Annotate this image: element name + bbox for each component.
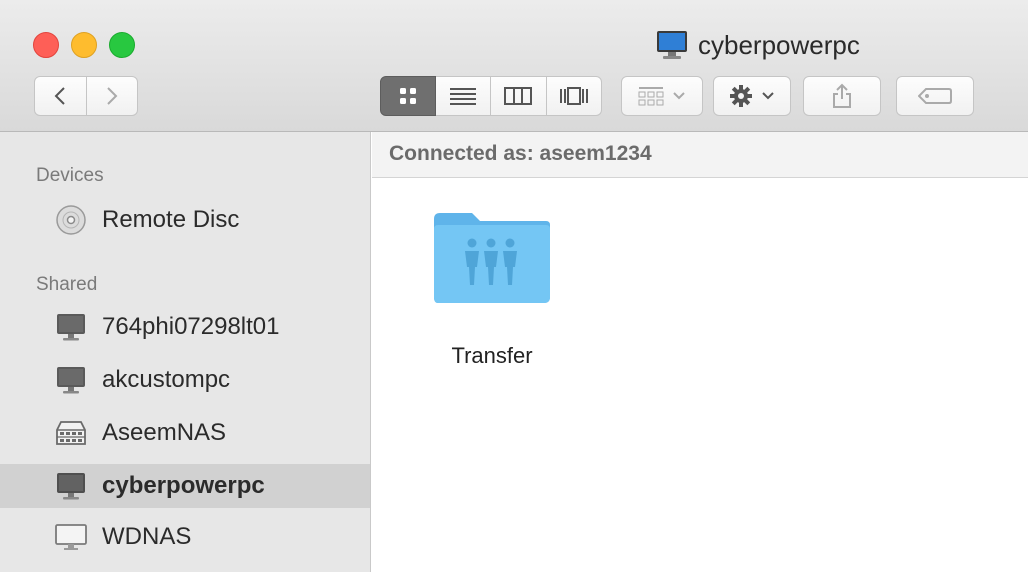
icon-view-button[interactable] [380,76,436,116]
action-button[interactable] [713,76,791,116]
forward-button[interactable] [86,76,138,116]
close-button[interactable] [33,32,59,58]
chevron-down-icon [673,92,685,100]
sidebar-item-label: 764phi07298lt01 [102,313,280,340]
gear-icon [730,85,752,107]
sidebar-item-remote-disc[interactable]: Remote Disc [0,198,370,242]
content-area: Transfer [372,179,1028,572]
sidebar-item-label: cyberpowerpc [102,472,265,499]
sidebar-item-764phi07298lt01[interactable]: 764phi07298lt01 [0,305,370,349]
display-icon [54,520,88,554]
sidebar-item-label: akcustompc [102,366,231,393]
computer-icon [54,310,88,344]
window-title-text: cyberpowerpc [698,29,860,60]
column-view-icon [504,87,533,105]
list-view-icon [449,88,476,105]
connected-as-text: Connected as: aseem1234 [389,142,652,165]
connection-bar: Connected as: aseem1234 [372,132,1028,178]
devices-heading: Devices [36,165,104,186]
sidebar-item-label: WDNAS [102,523,192,550]
finder-window: cyberpowerpc Devices Remote Disc Shared … [0,0,1028,572]
share-button[interactable] [803,76,881,116]
tag-icon [918,88,952,104]
share-icon [833,83,851,108]
minimize-button[interactable] [71,32,97,58]
shared-folder-icon [434,213,550,303]
window-controls [33,32,135,58]
sidebar-item-aseemnas[interactable]: AseemNAS [0,411,370,455]
sidebar-item-label: Remote Disc [102,206,240,233]
chevron-right-icon [107,87,118,105]
folder-item-transfer[interactable] [430,209,552,305]
zoom-button[interactable] [109,32,135,58]
computer-icon [54,363,88,397]
disc-icon [54,203,88,237]
sidebar-item-wdnas[interactable]: WDNAS [0,515,370,559]
toolbar: cyberpowerpc [0,0,1028,132]
cover-flow-button[interactable] [546,76,602,116]
shared-heading: Shared [36,274,98,295]
column-view-button[interactable] [491,76,547,116]
back-button[interactable] [34,76,87,116]
computer-icon [657,31,687,59]
sidebar-item-label: AseemNAS [102,419,227,446]
sidebar-item-akcustompc[interactable]: akcustompc [0,358,370,402]
arrange-icon [638,87,664,106]
icon-view-icon [399,88,416,104]
nas-icon [54,416,88,450]
navigation-buttons [34,76,138,116]
chevron-left-icon [54,87,65,105]
folder-label: Transfer [451,343,533,368]
tags-button[interactable] [896,76,974,116]
chevron-down-icon [762,92,774,100]
cover-flow-icon [559,87,588,105]
computer-icon [54,469,88,503]
window-title: cyberpowerpc [656,28,860,62]
sidebar-item-cyberpowerpc[interactable]: cyberpowerpc [0,464,370,508]
list-view-button[interactable] [435,76,491,116]
sidebar: Devices Remote Disc Shared 764phi07298lt… [0,132,371,572]
view-mode-buttons [380,76,602,116]
arrange-button[interactable] [621,76,703,116]
